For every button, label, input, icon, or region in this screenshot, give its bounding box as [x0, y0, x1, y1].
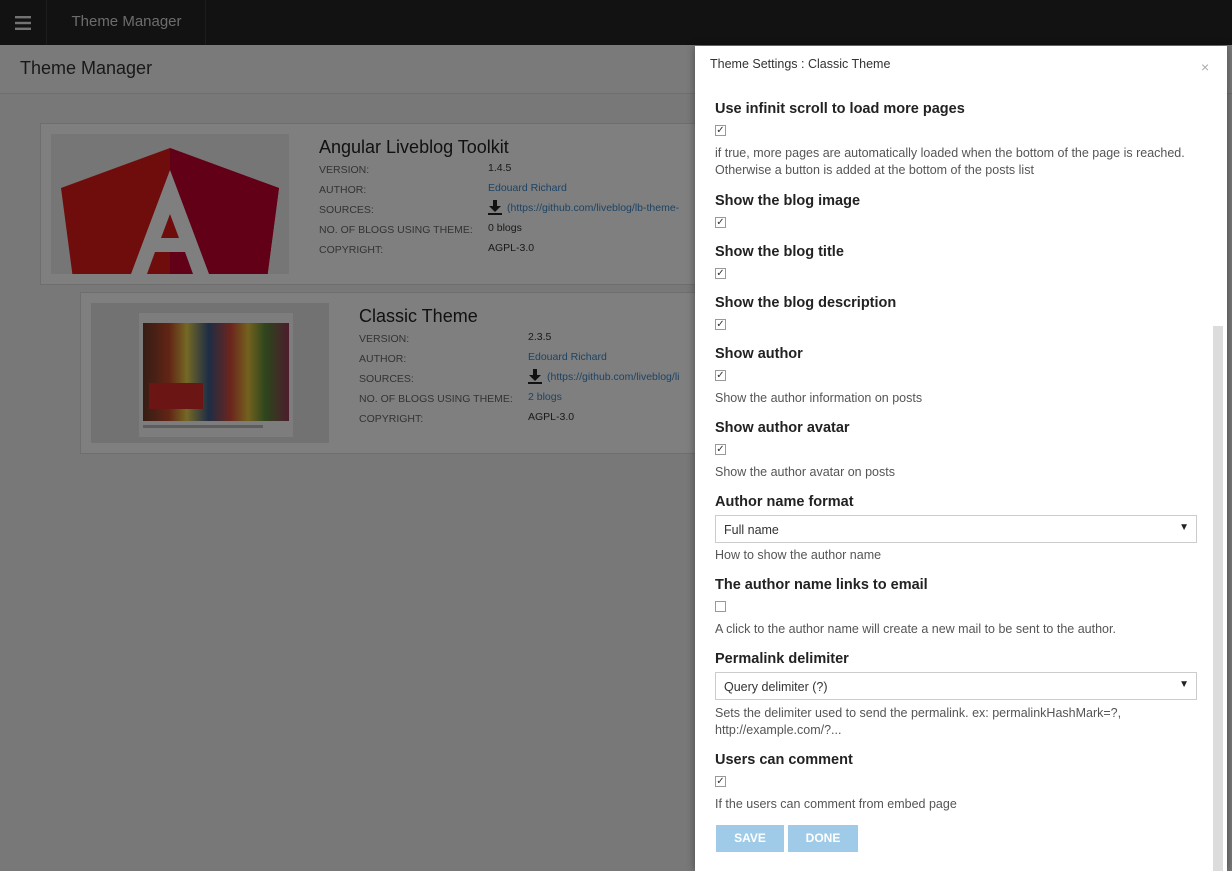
setting-permalink-delimiter: Permalink delimiter Query delimiter (?) … — [715, 650, 1197, 740]
setting-help: A click to the author name will create a… — [715, 622, 1116, 636]
setting-label: The author name links to email — [715, 577, 928, 593]
setting-help: if true, more pages are automatically lo… — [715, 146, 1185, 177]
setting-help: If the users can comment from embed page — [715, 797, 957, 811]
blog-image-checkbox[interactable]: ✓ — [715, 217, 726, 228]
select-value: Query delimiter (?) — [724, 680, 828, 694]
modal-title: Theme Settings : Classic Theme — [710, 57, 891, 71]
setting-help: Sets the delimiter used to send the perm… — [715, 706, 1122, 737]
setting-help: Show the author avatar on posts — [715, 465, 895, 479]
setting-users-can-comment: Users can comment ✓ If the users can com… — [715, 751, 1197, 811]
save-button[interactable]: SAVE — [716, 825, 784, 852]
setting-author-email-link: The author name links to email A click t… — [715, 576, 1197, 636]
setting-help: Show the author information on posts — [715, 391, 923, 405]
setting-label: Show author — [715, 346, 803, 362]
setting-label: Author name format — [715, 494, 854, 510]
setting-blog-description: Show the blog description ✓ — [715, 294, 1197, 334]
setting-label: Use infinit scroll to load more pages — [715, 101, 965, 117]
setting-label: Show author avatar — [715, 420, 850, 436]
permalink-delimiter-select[interactable]: Query delimiter (?) ▼ — [715, 672, 1197, 700]
setting-blog-title: Show the blog title ✓ — [715, 243, 1197, 283]
setting-label: Permalink delimiter — [715, 651, 849, 667]
select-value: Full name — [724, 523, 779, 537]
setting-author-avatar: Show author avatar ✓ Show the author ava… — [715, 419, 1197, 479]
infinite-scroll-checkbox[interactable]: ✓ — [715, 125, 726, 136]
caret-down-icon: ▼ — [1179, 522, 1189, 533]
show-author-checkbox[interactable]: ✓ — [715, 370, 726, 381]
setting-blog-image: Show the blog image ✓ — [715, 192, 1197, 232]
modal-actions: SAVE DONE — [713, 822, 861, 855]
modal-scrollbar[interactable] — [1213, 326, 1223, 871]
setting-infinite-scroll: Use infinit scroll to load more pages ✓ … — [715, 100, 1197, 180]
done-button[interactable]: DONE — [788, 825, 858, 852]
author-name-format-select[interactable]: Full name ▼ — [715, 515, 1197, 543]
setting-label: Show the blog title — [715, 244, 844, 260]
blog-description-checkbox[interactable]: ✓ — [715, 319, 726, 330]
modal-header: Theme Settings : Classic Theme × — [695, 46, 1227, 92]
modal-body[interactable]: Use infinit scroll to load more pages ✓ … — [695, 92, 1227, 871]
setting-help: How to show the author name — [715, 548, 882, 562]
setting-author-name-format: Author name format Full name ▼ How to sh… — [715, 493, 1197, 563]
setting-label: Show the blog description — [715, 295, 897, 311]
close-icon[interactable]: × — [1201, 59, 1209, 75]
users-can-comment-checkbox[interactable]: ✓ — [715, 776, 726, 787]
setting-label: Show the blog image — [715, 193, 861, 209]
setting-label: Users can comment — [715, 752, 853, 768]
setting-show-author: Show author ✓ Show the author informatio… — [715, 345, 1197, 405]
author-avatar-checkbox[interactable]: ✓ — [715, 444, 726, 455]
blog-title-checkbox[interactable]: ✓ — [715, 268, 726, 279]
author-email-link-checkbox[interactable] — [715, 601, 726, 612]
caret-down-icon: ▼ — [1179, 679, 1189, 690]
theme-settings-modal: Theme Settings : Classic Theme × Use inf… — [695, 46, 1227, 871]
